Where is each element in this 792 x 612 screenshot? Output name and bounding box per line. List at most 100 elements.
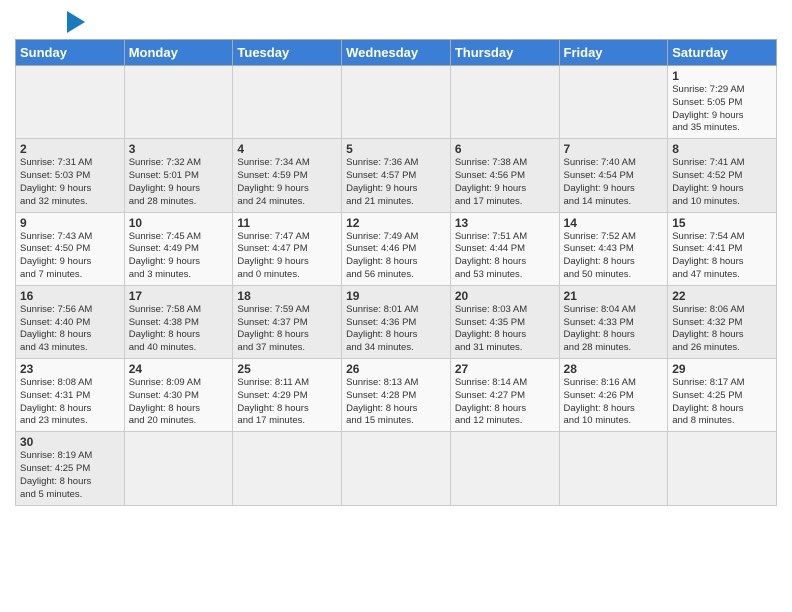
calendar-cell: 28Sunrise: 8:16 AM Sunset: 4:26 PM Dayli…: [559, 359, 668, 432]
day-info: Sunrise: 8:08 AM Sunset: 4:31 PM Dayligh…: [20, 377, 120, 428]
day-info: Sunrise: 8:13 AM Sunset: 4:28 PM Dayligh…: [346, 377, 446, 428]
day-info: Sunrise: 7:41 AM Sunset: 4:52 PM Dayligh…: [672, 157, 772, 208]
calendar-cell: [233, 66, 342, 139]
calendar-cell: 3Sunrise: 7:32 AM Sunset: 5:01 PM Daylig…: [124, 139, 233, 212]
calendar-cell: 8Sunrise: 7:41 AM Sunset: 4:52 PM Daylig…: [668, 139, 777, 212]
day-info: Sunrise: 7:58 AM Sunset: 4:38 PM Dayligh…: [129, 304, 229, 355]
calendar-cell: 19Sunrise: 8:01 AM Sunset: 4:36 PM Dayli…: [342, 285, 451, 358]
col-header-sunday: Sunday: [16, 40, 125, 66]
day-info: Sunrise: 7:49 AM Sunset: 4:46 PM Dayligh…: [346, 231, 446, 282]
day-number: 19: [346, 289, 446, 303]
day-number: 5: [346, 142, 446, 156]
day-number: 4: [237, 142, 337, 156]
calendar-cell: [559, 66, 668, 139]
day-number: 27: [455, 362, 555, 376]
calendar-cell: 26Sunrise: 8:13 AM Sunset: 4:28 PM Dayli…: [342, 359, 451, 432]
calendar-cell: [124, 66, 233, 139]
calendar-cell: 5Sunrise: 7:36 AM Sunset: 4:57 PM Daylig…: [342, 139, 451, 212]
calendar-cell: 17Sunrise: 7:58 AM Sunset: 4:38 PM Dayli…: [124, 285, 233, 358]
day-info: Sunrise: 8:16 AM Sunset: 4:26 PM Dayligh…: [564, 377, 664, 428]
day-info: Sunrise: 8:03 AM Sunset: 4:35 PM Dayligh…: [455, 304, 555, 355]
day-number: 28: [564, 362, 664, 376]
day-info: Sunrise: 7:56 AM Sunset: 4:40 PM Dayligh…: [20, 304, 120, 355]
col-header-thursday: Thursday: [450, 40, 559, 66]
day-number: 2: [20, 142, 120, 156]
day-number: 7: [564, 142, 664, 156]
day-info: Sunrise: 7:52 AM Sunset: 4:43 PM Dayligh…: [564, 231, 664, 282]
day-number: 1: [672, 69, 772, 83]
calendar-cell: 12Sunrise: 7:49 AM Sunset: 4:46 PM Dayli…: [342, 212, 451, 285]
day-info: Sunrise: 7:40 AM Sunset: 4:54 PM Dayligh…: [564, 157, 664, 208]
day-info: Sunrise: 7:32 AM Sunset: 5:01 PM Dayligh…: [129, 157, 229, 208]
day-number: 20: [455, 289, 555, 303]
day-number: 11: [237, 216, 337, 230]
day-info: Sunrise: 8:06 AM Sunset: 4:32 PM Dayligh…: [672, 304, 772, 355]
calendar-cell: 9Sunrise: 7:43 AM Sunset: 4:50 PM Daylig…: [16, 212, 125, 285]
day-info: Sunrise: 7:54 AM Sunset: 4:41 PM Dayligh…: [672, 231, 772, 282]
day-number: 6: [455, 142, 555, 156]
calendar-cell: 15Sunrise: 7:54 AM Sunset: 4:41 PM Dayli…: [668, 212, 777, 285]
calendar-cell: 2Sunrise: 7:31 AM Sunset: 5:03 PM Daylig…: [16, 139, 125, 212]
calendar-cell: 22Sunrise: 8:06 AM Sunset: 4:32 PM Dayli…: [668, 285, 777, 358]
calendar-cell: 18Sunrise: 7:59 AM Sunset: 4:37 PM Dayli…: [233, 285, 342, 358]
day-info: Sunrise: 7:47 AM Sunset: 4:47 PM Dayligh…: [237, 231, 337, 282]
logo: [15, 10, 85, 33]
day-number: 10: [129, 216, 229, 230]
day-info: Sunrise: 7:45 AM Sunset: 4:49 PM Dayligh…: [129, 231, 229, 282]
day-number: 24: [129, 362, 229, 376]
day-number: 9: [20, 216, 120, 230]
logo-icon: [67, 11, 85, 33]
calendar-cell: 10Sunrise: 7:45 AM Sunset: 4:49 PM Dayli…: [124, 212, 233, 285]
calendar-cell: 4Sunrise: 7:34 AM Sunset: 4:59 PM Daylig…: [233, 139, 342, 212]
day-info: Sunrise: 8:14 AM Sunset: 4:27 PM Dayligh…: [455, 377, 555, 428]
calendar-cell: [342, 66, 451, 139]
day-number: 30: [20, 435, 120, 449]
day-number: 26: [346, 362, 446, 376]
day-number: 29: [672, 362, 772, 376]
calendar-cell: 27Sunrise: 8:14 AM Sunset: 4:27 PM Dayli…: [450, 359, 559, 432]
column-headers: SundayMondayTuesdayWednesdayThursdayFrid…: [16, 40, 777, 66]
col-header-saturday: Saturday: [668, 40, 777, 66]
day-info: Sunrise: 7:36 AM Sunset: 4:57 PM Dayligh…: [346, 157, 446, 208]
calendar-cell: 1Sunrise: 7:29 AM Sunset: 5:05 PM Daylig…: [668, 66, 777, 139]
calendar-cell: [342, 432, 451, 505]
day-info: Sunrise: 8:09 AM Sunset: 4:30 PM Dayligh…: [129, 377, 229, 428]
col-header-wednesday: Wednesday: [342, 40, 451, 66]
calendar-cell: 25Sunrise: 8:11 AM Sunset: 4:29 PM Dayli…: [233, 359, 342, 432]
calendar-cell: 29Sunrise: 8:17 AM Sunset: 4:25 PM Dayli…: [668, 359, 777, 432]
calendar-cell: 23Sunrise: 8:08 AM Sunset: 4:31 PM Dayli…: [16, 359, 125, 432]
day-number: 18: [237, 289, 337, 303]
calendar-cell: 24Sunrise: 8:09 AM Sunset: 4:30 PM Dayli…: [124, 359, 233, 432]
col-header-monday: Monday: [124, 40, 233, 66]
day-info: Sunrise: 7:34 AM Sunset: 4:59 PM Dayligh…: [237, 157, 337, 208]
day-number: 15: [672, 216, 772, 230]
calendar-cell: 30Sunrise: 8:19 AM Sunset: 4:25 PM Dayli…: [16, 432, 125, 505]
header: [15, 10, 777, 33]
day-number: 16: [20, 289, 120, 303]
day-info: Sunrise: 7:59 AM Sunset: 4:37 PM Dayligh…: [237, 304, 337, 355]
day-info: Sunrise: 8:04 AM Sunset: 4:33 PM Dayligh…: [564, 304, 664, 355]
day-info: Sunrise: 8:11 AM Sunset: 4:29 PM Dayligh…: [237, 377, 337, 428]
day-number: 17: [129, 289, 229, 303]
day-info: Sunrise: 7:29 AM Sunset: 5:05 PM Dayligh…: [672, 84, 772, 135]
col-header-tuesday: Tuesday: [233, 40, 342, 66]
day-info: Sunrise: 8:01 AM Sunset: 4:36 PM Dayligh…: [346, 304, 446, 355]
day-number: 23: [20, 362, 120, 376]
calendar-cell: 13Sunrise: 7:51 AM Sunset: 4:44 PM Dayli…: [450, 212, 559, 285]
day-info: Sunrise: 7:31 AM Sunset: 5:03 PM Dayligh…: [20, 157, 120, 208]
calendar-cell: 14Sunrise: 7:52 AM Sunset: 4:43 PM Dayli…: [559, 212, 668, 285]
calendar-cell: [668, 432, 777, 505]
calendar-cell: 7Sunrise: 7:40 AM Sunset: 4:54 PM Daylig…: [559, 139, 668, 212]
calendar-cell: 6Sunrise: 7:38 AM Sunset: 4:56 PM Daylig…: [450, 139, 559, 212]
day-info: Sunrise: 8:17 AM Sunset: 4:25 PM Dayligh…: [672, 377, 772, 428]
calendar-table: SundayMondayTuesdayWednesdayThursdayFrid…: [15, 39, 777, 506]
day-number: 21: [564, 289, 664, 303]
day-number: 8: [672, 142, 772, 156]
day-info: Sunrise: 8:19 AM Sunset: 4:25 PM Dayligh…: [20, 450, 120, 501]
day-number: 12: [346, 216, 446, 230]
calendar-cell: [233, 432, 342, 505]
calendar-cell: [124, 432, 233, 505]
day-number: 22: [672, 289, 772, 303]
day-number: 25: [237, 362, 337, 376]
calendar-cell: 11Sunrise: 7:47 AM Sunset: 4:47 PM Dayli…: [233, 212, 342, 285]
